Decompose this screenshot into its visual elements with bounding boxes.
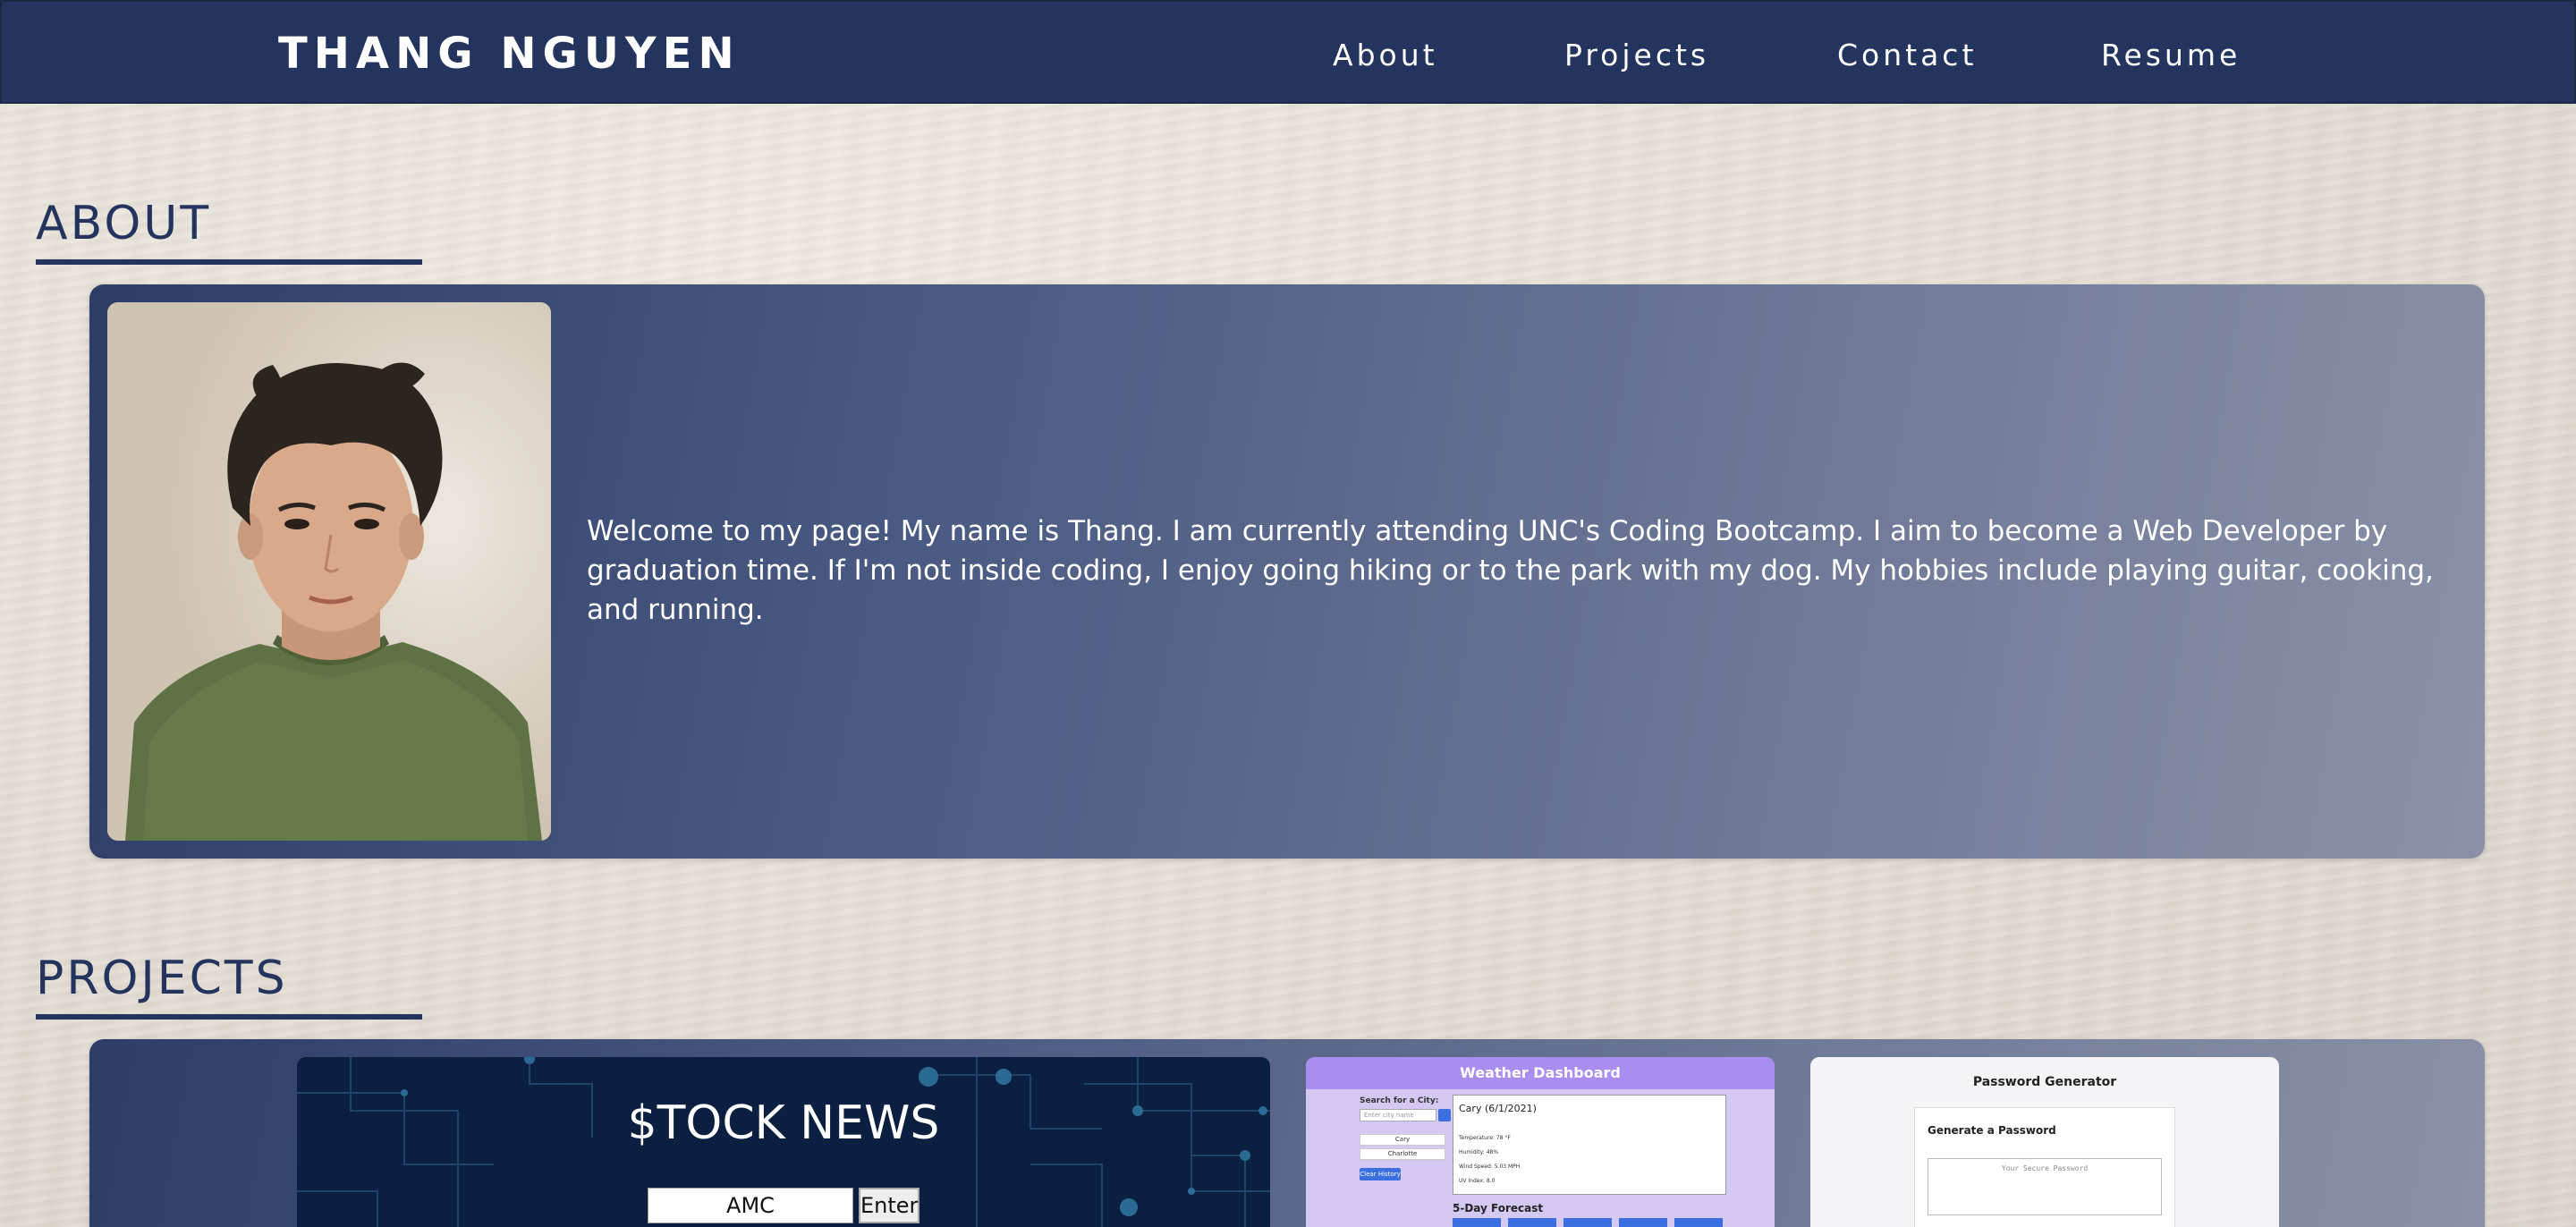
weather-search-label: Search for a City: bbox=[1360, 1096, 1439, 1105]
project-stock-news[interactable]: $TOCK NEWS AMC Enter bbox=[297, 1057, 1270, 1227]
stock-ticker-input[interactable]: AMC bbox=[648, 1188, 853, 1223]
about-card: Welcome to my page! My name is Thang. I … bbox=[89, 284, 2485, 859]
weather-history-city: Cary bbox=[1360, 1134, 1445, 1146]
nav-resume-link[interactable]: Resume bbox=[2101, 38, 2241, 72]
about-heading-rule bbox=[36, 259, 422, 265]
password-generator-title: Password Generator bbox=[1972, 1075, 2117, 1089]
password-subtitle: Generate a Password bbox=[1928, 1124, 2056, 1137]
main-nav: About Projects Contact Resume bbox=[2, 38, 2576, 73]
about-description: Welcome to my page! My name is Thang. I … bbox=[587, 515, 2434, 626]
weather-line: Wind Speed: 5.03 MPH bbox=[1459, 1164, 1521, 1170]
weather-current-panel: Cary (6/1/2021) Temperature: 78 °F Humid… bbox=[1453, 1095, 1726, 1195]
weather-history-city: Charlotte bbox=[1360, 1148, 1445, 1160]
weather-dashboard-title: Weather Dashboard bbox=[1306, 1057, 1775, 1089]
weather-line: Temperature: 78 °F bbox=[1459, 1135, 1511, 1141]
forecast-day-card bbox=[1674, 1218, 1723, 1227]
weather-line: UV Index: 8.0 bbox=[1459, 1178, 1496, 1184]
projects-heading: PROJECTS bbox=[36, 952, 288, 1005]
projects-card: $TOCK NEWS AMC Enter Weather Dashboard S… bbox=[89, 1039, 2485, 1227]
forecast-day-card bbox=[1619, 1218, 1667, 1227]
nav-about-link[interactable]: About bbox=[1333, 38, 1438, 72]
stock-enter-button[interactable]: Enter bbox=[859, 1188, 919, 1223]
password-card: Generate a Password Your Secure Password bbox=[1914, 1107, 2175, 1227]
about-heading: ABOUT bbox=[36, 197, 212, 250]
profile-photo-illustration bbox=[107, 302, 551, 841]
project-password-generator[interactable]: Password Generator Generate a Password Y… bbox=[1810, 1057, 2279, 1227]
weather-forecast-title: 5-Day Forecast bbox=[1453, 1202, 1544, 1214]
stock-news-title: $TOCK NEWS bbox=[627, 1096, 940, 1150]
site-header: THANG NGUYEN About Projects Contact Resu… bbox=[0, 0, 2576, 104]
profile-photo bbox=[107, 302, 551, 841]
projects-heading-rule bbox=[36, 1014, 422, 1020]
search-icon bbox=[1438, 1109, 1451, 1121]
weather-current-title: Cary (6/1/2021) bbox=[1459, 1103, 1537, 1114]
password-output-area: Your Secure Password bbox=[1928, 1158, 2162, 1215]
forecast-day-card bbox=[1508, 1218, 1556, 1227]
weather-city-input: Enter city name bbox=[1360, 1109, 1436, 1121]
forecast-day-card bbox=[1453, 1218, 1501, 1227]
forecast-day-card bbox=[1563, 1218, 1612, 1227]
nav-projects-link[interactable]: Projects bbox=[1564, 38, 1709, 72]
nav-contact-link[interactable]: Contact bbox=[1837, 38, 1977, 72]
weather-line: Humidity: 48% bbox=[1459, 1149, 1499, 1155]
weather-clear-history-button: Clear History bbox=[1360, 1168, 1401, 1180]
project-weather-dashboard[interactable]: Weather Dashboard Search for a City: Ent… bbox=[1306, 1057, 1775, 1227]
